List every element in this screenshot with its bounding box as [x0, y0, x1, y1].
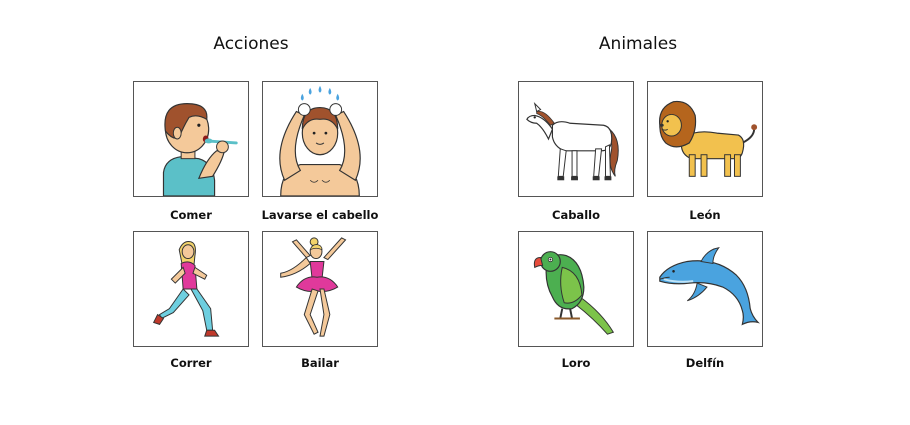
ballerina-dancing-icon — [280, 237, 347, 337]
section-title-acciones: Acciones — [213, 34, 289, 54]
card-leon[interactable] — [647, 81, 763, 197]
dolphin-icon — [659, 247, 760, 326]
caption-lavarse-el-cabello: Lavarse el cabello — [261, 208, 379, 222]
person-eating-icon — [162, 103, 238, 196]
caption-bailar: Bailar — [301, 356, 339, 370]
card-comer[interactable] — [133, 81, 249, 197]
caption-delfin: Delfín — [685, 356, 725, 370]
parrot-icon — [533, 251, 615, 335]
horse-icon — [526, 102, 619, 181]
section-title-animales: Animales — [598, 34, 678, 54]
person-washing-hair-icon — [279, 85, 361, 196]
card-loro[interactable] — [518, 231, 634, 347]
lion-icon — [658, 100, 758, 177]
caption-leon: León — [689, 208, 721, 222]
card-delfin[interactable] — [647, 231, 763, 347]
card-lavarse-el-cabello[interactable] — [262, 81, 378, 197]
card-bailar[interactable] — [262, 231, 378, 347]
card-correr[interactable] — [133, 231, 249, 347]
girl-running-icon — [152, 241, 220, 337]
card-caballo[interactable] — [518, 81, 634, 197]
